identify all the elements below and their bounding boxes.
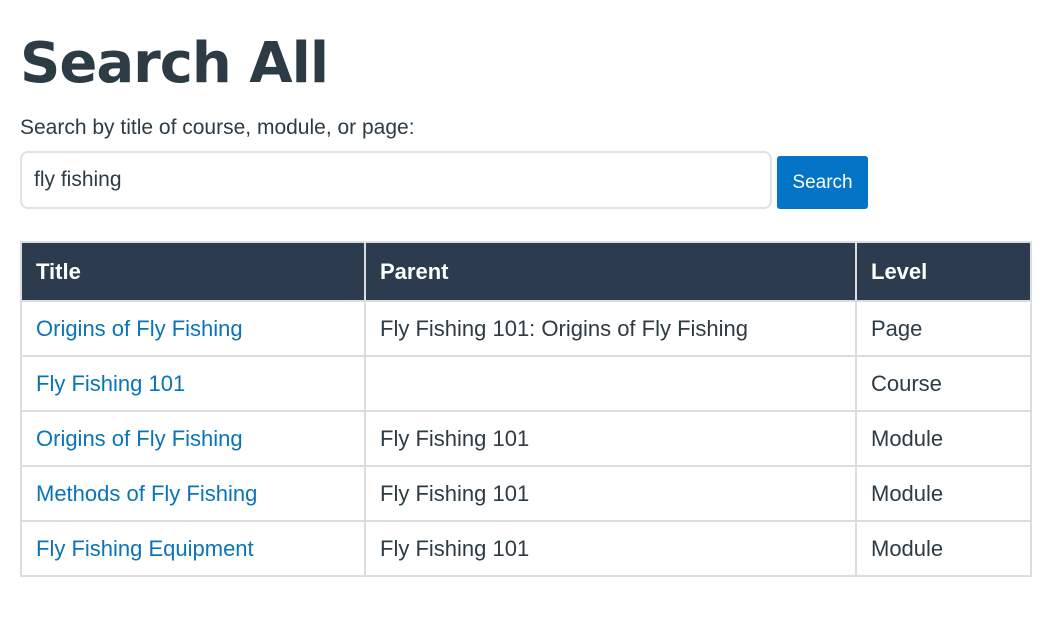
- table-row: Origins of Fly Fishing Fly Fishing 101: …: [20, 300, 1032, 357]
- column-header-parent: Parent: [364, 241, 857, 302]
- parent-cell: Fly Fishing 101: [364, 465, 857, 522]
- table-row: Origins of Fly Fishing Fly Fishing 101 M…: [20, 410, 1032, 467]
- table-header-row: Title Parent Level: [20, 241, 1032, 302]
- result-title-link[interactable]: Methods of Fly Fishing: [36, 481, 257, 506]
- column-header-level: Level: [855, 241, 1032, 302]
- level-cell: Module: [855, 520, 1032, 577]
- parent-cell: Fly Fishing 101: Origins of Fly Fishing: [364, 300, 857, 357]
- search-input[interactable]: [20, 151, 772, 209]
- result-title-link[interactable]: Origins of Fly Fishing: [36, 426, 243, 451]
- results-table: Title Parent Level Origins of Fly Fishin…: [20, 241, 1032, 577]
- search-button[interactable]: Search: [777, 156, 868, 209]
- level-cell: Module: [855, 465, 1032, 522]
- title-cell: Fly Fishing 101: [20, 355, 366, 412]
- title-cell: Methods of Fly Fishing: [20, 465, 366, 522]
- title-cell: Fly Fishing Equipment: [20, 520, 366, 577]
- parent-cell: Fly Fishing 101: [364, 410, 857, 467]
- parent-cell: [364, 355, 857, 412]
- table-row: Fly Fishing 101 Course: [20, 355, 1032, 412]
- column-header-title: Title: [20, 241, 366, 302]
- table-row: Methods of Fly Fishing Fly Fishing 101 M…: [20, 465, 1032, 522]
- title-cell: Origins of Fly Fishing: [20, 410, 366, 467]
- level-cell: Module: [855, 410, 1032, 467]
- title-cell: Origins of Fly Fishing: [20, 300, 366, 357]
- result-title-link[interactable]: Fly Fishing 101: [36, 371, 185, 396]
- level-cell: Course: [855, 355, 1032, 412]
- result-title-link[interactable]: Fly Fishing Equipment: [36, 536, 254, 561]
- parent-cell: Fly Fishing 101: [364, 520, 857, 577]
- result-title-link[interactable]: Origins of Fly Fishing: [36, 316, 243, 341]
- level-cell: Page: [855, 300, 1032, 357]
- page-title: Search All: [20, 31, 329, 96]
- table-row: Fly Fishing Equipment Fly Fishing 101 Mo…: [20, 520, 1032, 577]
- search-label: Search by title of course, module, or pa…: [20, 116, 415, 139]
